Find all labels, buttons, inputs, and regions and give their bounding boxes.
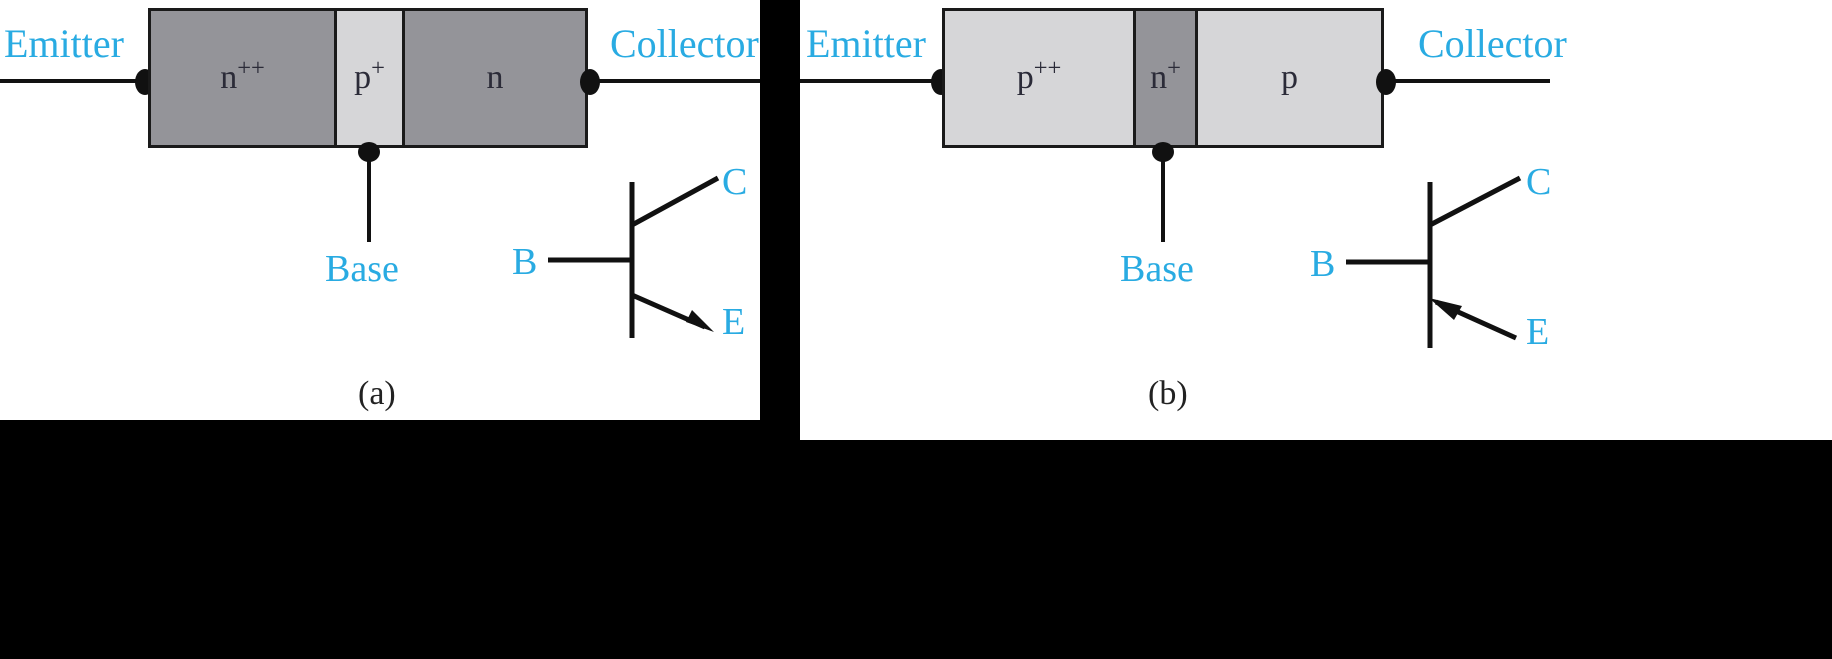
region-n-a: n [402, 11, 585, 145]
caption-a: (a) [358, 375, 396, 412]
panel-b-pnp: Emitter p++ n+ p Collector Base B C E (b… [800, 0, 1832, 440]
symbol-collector-terminal-b: C [1526, 161, 1552, 203]
symbol-base-terminal-b: B [1310, 243, 1336, 285]
base-lead-b [1161, 150, 1165, 242]
npn-transistor-symbol-a [548, 175, 720, 338]
emitter-label-b: Emitter [806, 21, 926, 66]
region-p-plus-plus-b: p++ [945, 11, 1133, 145]
region-label-a-1: p+ [354, 54, 385, 96]
region-n-plus-plus-a: n++ [151, 11, 334, 145]
region-label-a-2: n [486, 59, 504, 96]
region-p-b: p [1195, 11, 1381, 145]
region-label-a-0: n++ [220, 54, 265, 96]
collector-lead-a [596, 79, 760, 83]
region-superscript-b-0: ++ [1033, 54, 1062, 82]
semiconductor-slab-a: n++ p+ n [148, 8, 588, 148]
region-superscript-a-0: ++ [237, 54, 265, 82]
collector-label-a: Collector [610, 21, 759, 66]
caption-b: (b) [1148, 375, 1188, 412]
panel-a-npn: Emitter n++ p+ n Collector Base B C E (a… [0, 0, 760, 420]
region-label-b-0: p++ [1016, 54, 1062, 96]
collector-lead-b [1392, 79, 1550, 83]
base-label-b: Base [1120, 248, 1194, 290]
region-p-plus-a: p+ [334, 11, 402, 145]
region-label-b-2: p [1281, 59, 1298, 96]
semiconductor-slab-b: p++ n+ p [942, 8, 1384, 148]
region-label-b-1: n+ [1150, 54, 1181, 96]
base-lead-a [367, 150, 371, 242]
emitter-lead-a [0, 79, 152, 83]
collector-label-b: Collector [1418, 21, 1567, 66]
symbol-base-terminal-a: B [512, 241, 538, 283]
base-label-a: Base [325, 248, 399, 290]
emitter-lead-b [800, 79, 948, 83]
region-n-plus-b: n+ [1133, 11, 1195, 145]
region-superscript-b-1: + [1167, 54, 1181, 82]
emitter-label-a: Emitter [4, 21, 124, 66]
region-superscript-a-1: + [371, 54, 385, 82]
symbol-emitter-terminal-b: E [1526, 311, 1550, 353]
symbol-emitter-terminal-a: E [722, 301, 746, 343]
symbol-collector-terminal-a: C [722, 161, 748, 203]
